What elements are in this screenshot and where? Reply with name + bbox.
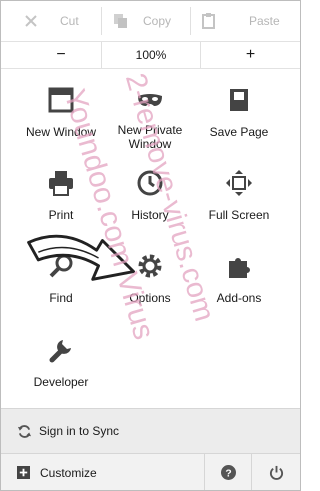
zoom-controls: − 100% + bbox=[1, 41, 300, 69]
new-private-line1: New Private bbox=[117, 123, 183, 137]
copy-label: Copy bbox=[143, 14, 172, 28]
puzzle-icon bbox=[229, 258, 250, 278]
new-private-window-button[interactable]: New Private Window bbox=[100, 86, 200, 162]
sync-label: Sign in to Sync bbox=[39, 424, 120, 438]
save-page-label: Save Page bbox=[209, 125, 269, 139]
help-button[interactable]: ? bbox=[205, 454, 251, 490]
new-window-label: New Window bbox=[25, 125, 97, 139]
customize-bar: Customize ? bbox=[1, 453, 300, 490]
zoom-level[interactable]: 100% bbox=[101, 42, 201, 68]
print-label: Print bbox=[48, 208, 74, 222]
power-icon bbox=[269, 465, 283, 480]
quit-button[interactable] bbox=[252, 454, 300, 490]
full-screen-label: Full Screen bbox=[208, 208, 270, 222]
full-screen-button[interactable]: Full Screen bbox=[189, 169, 289, 245]
customize-label: Customize bbox=[40, 465, 97, 480]
addons-label: Add-ons bbox=[216, 291, 262, 305]
wrench-icon bbox=[49, 340, 71, 363]
arrow-graphic bbox=[27, 234, 135, 281]
mask-icon bbox=[138, 94, 162, 106]
zoom-in-button[interactable]: + bbox=[201, 42, 300, 68]
clock-icon bbox=[137, 170, 163, 196]
new-private-line2: Window bbox=[128, 137, 172, 151]
divider bbox=[101, 7, 102, 35]
addons-button[interactable]: Add-ons bbox=[189, 252, 289, 328]
svg-text:?: ? bbox=[225, 468, 231, 479]
save-icon bbox=[230, 89, 248, 111]
find-label: Find bbox=[49, 291, 73, 305]
paste-label: Paste bbox=[249, 14, 280, 28]
help-icon: ? bbox=[220, 465, 236, 480]
cut-label: Cut bbox=[60, 14, 79, 28]
developer-label: Developer bbox=[33, 375, 89, 389]
divider bbox=[190, 7, 191, 35]
cut-button[interactable]: Cut bbox=[23, 1, 79, 41]
fullscreen-icon bbox=[226, 170, 252, 196]
customize-button[interactable]: Customize bbox=[1, 454, 201, 490]
menu-panel: Cut Copy Paste − 100% + New Window New P… bbox=[0, 0, 301, 491]
copy-button[interactable]: Copy bbox=[113, 1, 171, 41]
developer-button[interactable]: Developer bbox=[11, 336, 111, 412]
window-icon bbox=[48, 87, 74, 113]
sign-in-sync-button[interactable]: Sign in to Sync bbox=[1, 408, 300, 453]
history-label: History bbox=[131, 208, 169, 222]
new-private-window-label: New Private Window bbox=[100, 123, 200, 151]
options-label: Options bbox=[129, 291, 171, 305]
sync-icon bbox=[17, 424, 32, 438]
scissors-icon bbox=[25, 15, 37, 27]
paste-button[interactable]: Paste bbox=[201, 1, 280, 41]
edit-controls: Cut Copy Paste bbox=[1, 1, 300, 41]
copy-icon bbox=[114, 14, 127, 28]
plus-square-icon bbox=[17, 466, 30, 479]
save-page-button[interactable]: Save Page bbox=[189, 86, 289, 162]
printer-icon bbox=[49, 171, 73, 196]
clipboard-icon bbox=[202, 13, 215, 29]
new-window-button[interactable]: New Window bbox=[11, 86, 111, 162]
